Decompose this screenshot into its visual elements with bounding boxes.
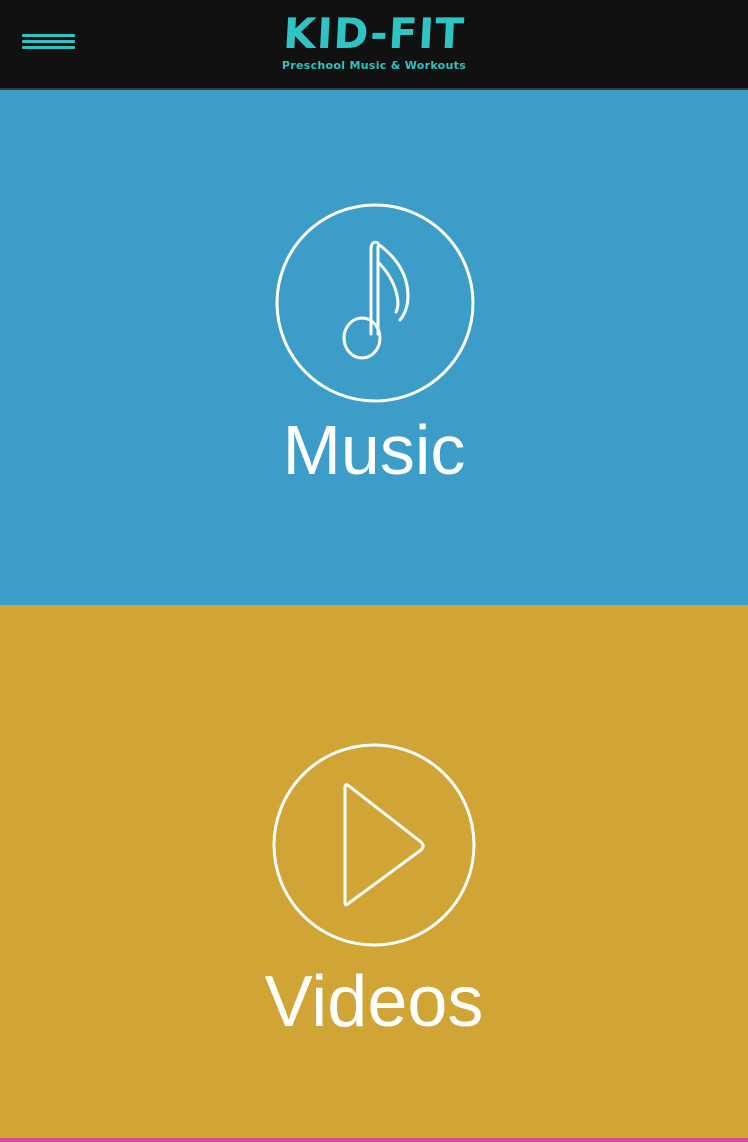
site-logo[interactable]: KID-FIT Preschool Music & Workouts (0, 8, 748, 72)
music-note-icon (275, 203, 475, 403)
videos-tile[interactable]: Videos (0, 605, 748, 1138)
videos-label: Videos (264, 962, 484, 1042)
music-tile[interactable]: Music (0, 90, 748, 605)
site-subtitle: Preschool Music & Workouts (281, 59, 467, 72)
site-title: KID-FIT (282, 9, 466, 58)
play-icon (272, 743, 476, 947)
music-label: Music (282, 411, 466, 489)
bottom-strip (0, 1138, 748, 1142)
app-header: KID-FIT Preschool Music & Workouts (0, 0, 748, 90)
